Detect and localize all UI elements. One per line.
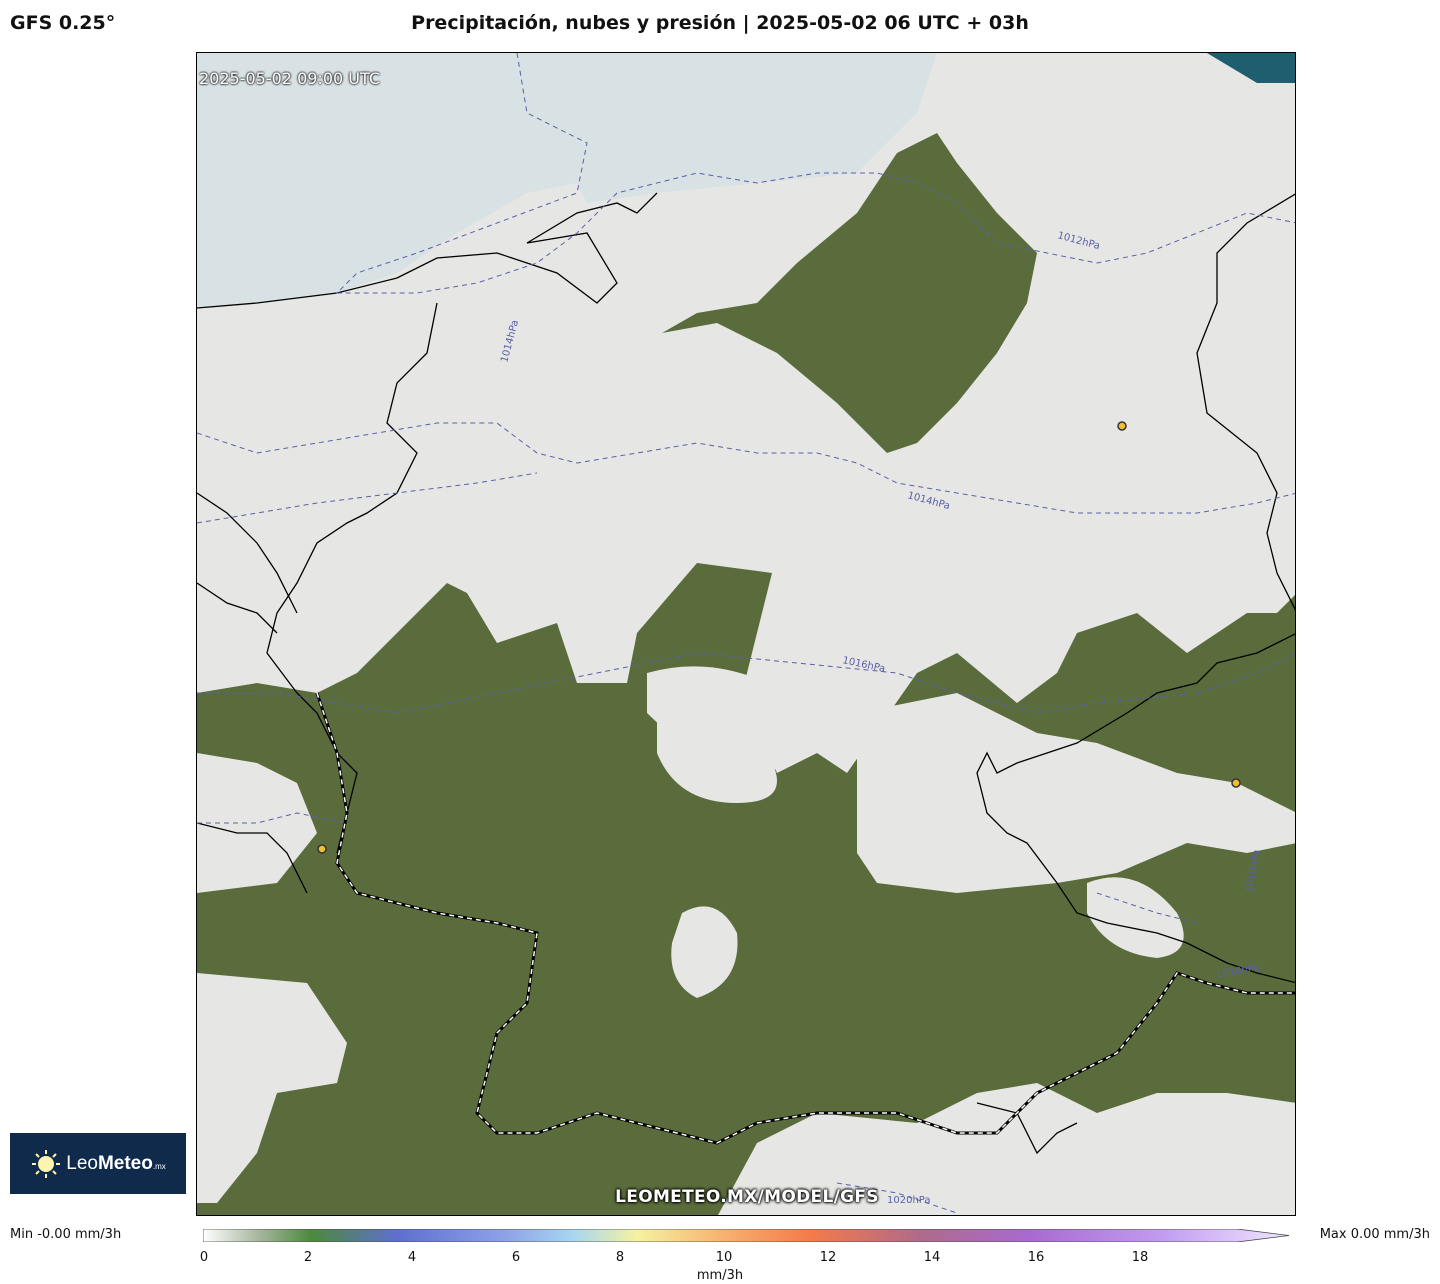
colorbar-tick-label: 16 [1027,1250,1045,1265]
min-value-label: Min -0.00 mm/3h [10,1227,122,1242]
map-layers: 1012hPa 1014hPa 1014hPa 1016hPa 1018hPa … [197,53,1295,1215]
colorbar-unit: mm/3h [696,1268,744,1283]
city-marker [1231,778,1241,788]
colorbar-tick-label: 2 [303,1250,313,1265]
city-marker [317,844,327,854]
colorbar-tick-label: 18 [1131,1250,1149,1265]
map-watermark: LEOMETEO.MX/MODEL/GFS [615,1187,879,1207]
colorbar-tick-label: 14 [923,1250,941,1265]
colorbar-tick-label: 10 [715,1250,733,1265]
weather-map[interactable]: 1012hPa 1014hPa 1014hPa 1016hPa 1018hPa … [196,52,1296,1216]
logo-suffix: .mx [152,1161,166,1171]
max-value-label: Max 0.00 mm/3h [1319,1227,1430,1242]
city-marker [1117,421,1127,431]
colorbar-tick-label: 4 [407,1250,417,1265]
precipitation-colorbar [203,1229,1289,1242]
chart-title: Precipitación, nubes y presión | 2025-05… [411,12,1029,34]
leometeo-logo[interactable]: LeoMeteo.mx [10,1133,186,1194]
logo-brand-light: Leo [66,1152,98,1174]
logo-text: LeoMeteo.mx [66,1153,166,1175]
logo-brand-bold: Meteo [97,1152,153,1174]
map-timestamp: 2025-05-02 09:00 UTC [199,69,380,88]
colorbar-tick-label: 0 [199,1250,209,1265]
colorbar-tick-label: 6 [511,1250,521,1265]
colorbar-tick-label: 12 [819,1250,837,1265]
colorbar-tick-label: 8 [615,1250,625,1265]
sun-icon [32,1149,61,1178]
